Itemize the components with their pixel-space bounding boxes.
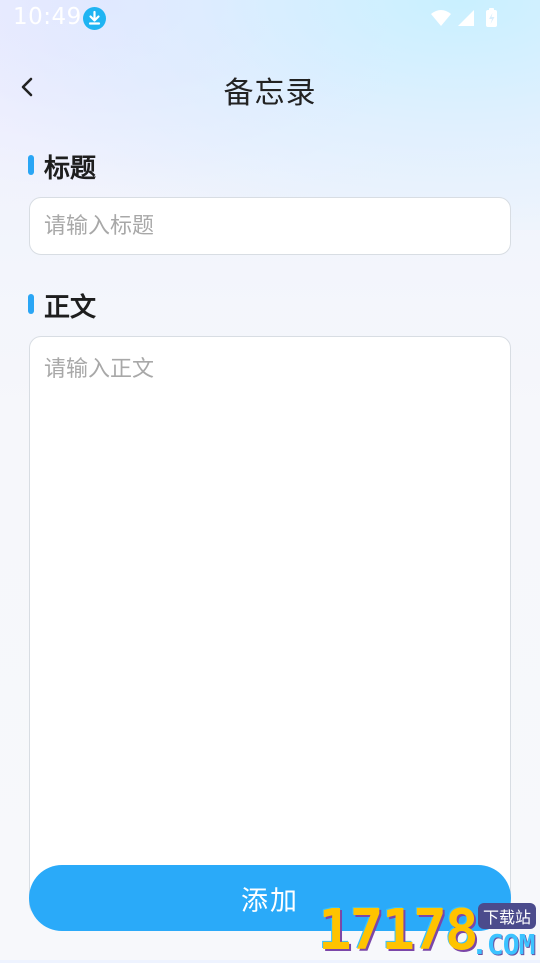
section-marker bbox=[28, 155, 34, 175]
title-input[interactable] bbox=[29, 197, 511, 255]
download-notification-icon bbox=[83, 7, 106, 30]
add-button[interactable]: 添加 bbox=[29, 865, 511, 931]
body-label: 正文 bbox=[44, 293, 97, 323]
section-marker bbox=[28, 294, 34, 314]
status-time: 10:49 bbox=[13, 4, 82, 30]
page-title: 备忘录 bbox=[223, 76, 317, 111]
title-label: 标题 bbox=[44, 154, 97, 184]
wifi-icon bbox=[431, 10, 451, 26]
battery-icon bbox=[486, 8, 497, 27]
body-textarea[interactable] bbox=[29, 336, 511, 916]
watermark-domain: .COM bbox=[471, 928, 535, 961]
system-status-icons bbox=[431, 8, 497, 27]
cellular-signal-icon bbox=[458, 10, 474, 26]
status-bar: 10:49 bbox=[0, 0, 540, 38]
